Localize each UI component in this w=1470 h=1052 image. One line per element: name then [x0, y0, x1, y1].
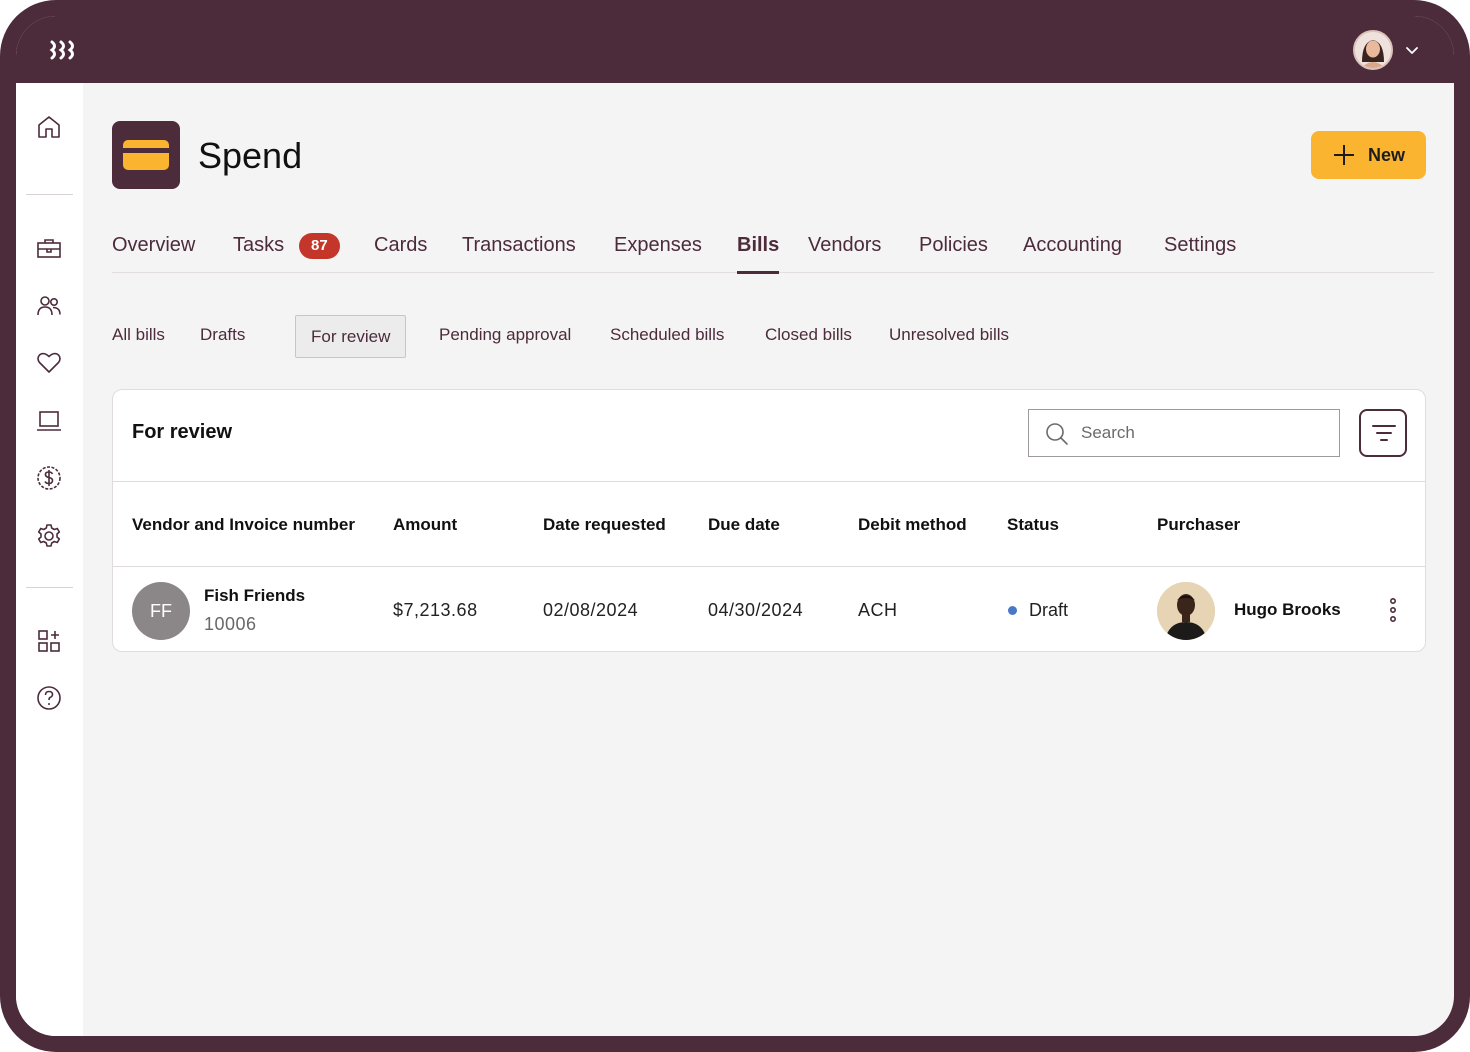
vendor-name[interactable]: Fish Friends	[204, 586, 305, 606]
subtab-drafts[interactable]: Drafts	[200, 325, 245, 345]
header-divider	[113, 481, 1425, 482]
purchaser-name: Hugo Brooks	[1234, 600, 1341, 619]
column-header-purchaser[interactable]: Purchaser	[1157, 515, 1240, 535]
filter-button[interactable]	[1359, 409, 1407, 457]
chevron-down-icon[interactable]	[1404, 42, 1420, 58]
user-avatar-image	[1355, 32, 1391, 68]
sidebar	[16, 83, 83, 1036]
apps-add-icon[interactable]	[36, 628, 62, 654]
tab-vendors[interactable]: Vendors	[808, 233, 881, 273]
vendor-avatar: FF	[132, 582, 190, 640]
status-dot	[1008, 606, 1017, 615]
tab-cards[interactable]: Cards	[374, 233, 427, 273]
purchaser-avatar	[1157, 582, 1215, 640]
subtab-scheduled-bills[interactable]: Scheduled bills	[610, 325, 724, 345]
tab-bills[interactable]: Bills	[737, 233, 780, 274]
tab-settings[interactable]: Settings	[1164, 233, 1236, 273]
subtab-closed-bills[interactable]: Closed bills	[765, 325, 852, 345]
dollar-icon[interactable]	[36, 465, 62, 491]
device-frame: Spend New Overview Tasks 87 Cards Transa…	[0, 0, 1470, 1052]
subtab-pending-approval[interactable]: Pending approval	[439, 325, 571, 345]
search-icon	[1046, 423, 1068, 445]
column-header-amount[interactable]: Amount	[393, 515, 457, 535]
panel-title: For review	[132, 421, 233, 443]
column-header-due-date[interactable]: Due date	[708, 515, 780, 535]
more-options-icon[interactable]	[1381, 595, 1405, 625]
main-content: Spend New Overview Tasks 87 Cards Transa…	[83, 83, 1454, 1036]
laptop-icon[interactable]	[36, 408, 62, 434]
sidebar-divider	[26, 587, 73, 588]
tab-expenses[interactable]: Expenses	[614, 233, 702, 273]
subtab-for-review[interactable]: For review	[295, 315, 407, 358]
debit-method-cell: ACH	[858, 600, 898, 620]
spend-app-icon	[112, 121, 180, 189]
column-header-debit-method[interactable]: Debit method	[858, 515, 967, 535]
column-header-date-requested[interactable]: Date requested	[543, 515, 666, 535]
column-header-vendor[interactable]: Vendor and Invoice number	[132, 515, 355, 535]
row-divider	[113, 566, 1425, 567]
gear-icon[interactable]	[36, 523, 62, 549]
main-tabs: Overview Tasks 87 Cards Transactions Exp…	[112, 233, 1434, 274]
search-input[interactable]	[1081, 420, 1321, 446]
home-icon[interactable]	[36, 114, 62, 140]
tab-transactions[interactable]: Transactions	[462, 233, 576, 273]
logo-icon[interactable]	[49, 38, 81, 62]
tab-accounting[interactable]: Accounting	[1023, 233, 1122, 273]
sidebar-divider	[26, 194, 73, 195]
briefcase-icon[interactable]	[36, 236, 62, 262]
users-icon[interactable]	[36, 293, 62, 319]
page-title: Spend	[198, 135, 303, 176]
subtab-all-bills[interactable]: All bills	[112, 325, 165, 345]
tab-overview[interactable]: Overview	[112, 233, 195, 273]
app-screen: Spend New Overview Tasks 87 Cards Transa…	[16, 16, 1454, 1036]
date-requested-cell: 02/08/2024	[543, 600, 639, 620]
new-button[interactable]: New	[1311, 131, 1426, 179]
due-date-cell: 04/30/2024	[708, 600, 804, 620]
filter-icon	[1372, 425, 1396, 441]
tab-tasks[interactable]: Tasks	[233, 233, 284, 273]
status-badge: Draft	[1029, 600, 1069, 620]
subtab-unresolved-bills[interactable]: Unresolved bills	[889, 325, 1009, 345]
search-field[interactable]	[1028, 409, 1340, 457]
credit-card-icon	[123, 140, 169, 170]
purchaser-avatar-image	[1157, 582, 1215, 640]
tab-policies[interactable]: Policies	[919, 233, 988, 273]
plus-icon	[1334, 145, 1354, 165]
tasks-count-badge: 87	[299, 233, 340, 259]
user-avatar[interactable]	[1353, 30, 1393, 70]
top-bar	[16, 16, 1454, 83]
bills-table-panel: For review Vendor and Invoice number Amo…	[112, 389, 1426, 652]
amount-cell: $7,213.68	[393, 600, 478, 620]
new-button-label: New	[1368, 145, 1406, 165]
bill-filter-tabs: All bills Drafts For review Pending appr…	[112, 315, 1112, 359]
invoice-number: 10006	[204, 614, 257, 634]
column-header-status[interactable]: Status	[1007, 515, 1059, 535]
heart-icon[interactable]	[36, 350, 62, 376]
help-icon[interactable]	[36, 685, 62, 711]
